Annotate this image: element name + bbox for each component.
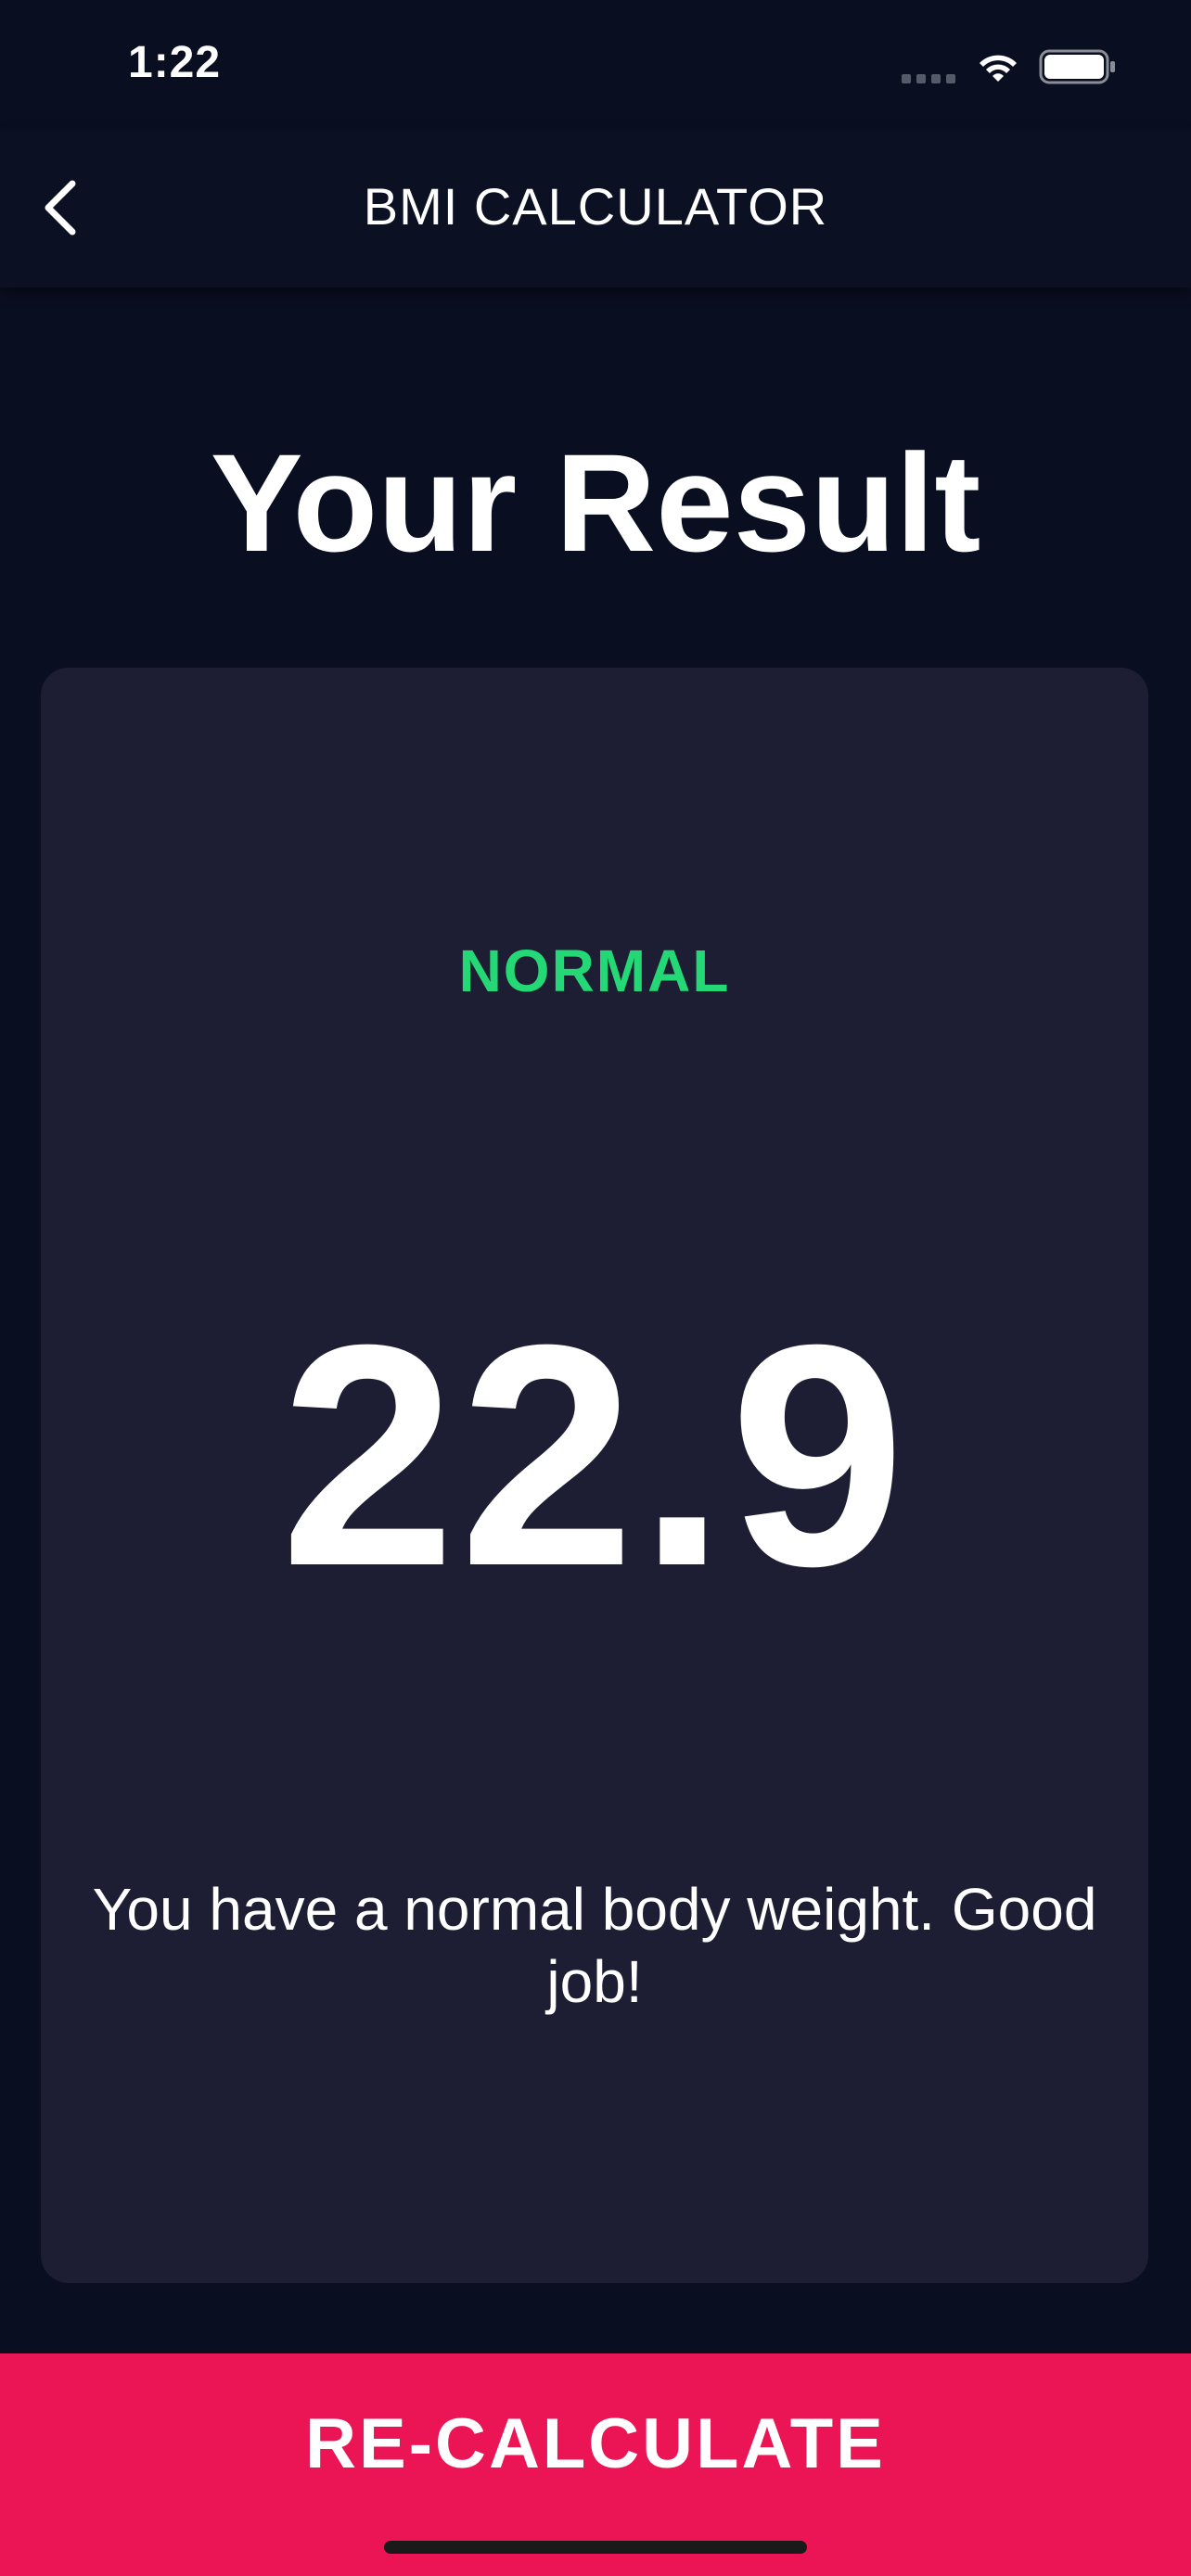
recalculate-label: RE-CALCULATE xyxy=(305,2404,886,2483)
app-bar: BMI CALCULATOR xyxy=(0,130,1191,287)
wifi-icon xyxy=(976,48,1020,85)
bmi-value: 22.9 xyxy=(280,1280,909,1632)
page-title: Your Result xyxy=(210,425,981,580)
result-card: NORMAL 22.9 You have a normal body weigh… xyxy=(41,668,1148,2283)
bmi-status-label: NORMAL xyxy=(458,937,731,1004)
cellular-signal-icon xyxy=(902,74,955,83)
result-screen: 1:22 BMI CALCULATOR Your Result NORMAL 2… xyxy=(0,0,1191,2576)
status-time: 1:22 xyxy=(128,38,222,87)
status-bar: 1:22 xyxy=(0,0,1191,130)
home-indicator[interactable] xyxy=(384,2541,807,2554)
battery-icon xyxy=(1039,48,1117,85)
bmi-interpretation: You have a normal body weight. Good job! xyxy=(92,1876,1097,2015)
app-bar-title: BMI CALCULATOR xyxy=(363,177,828,236)
